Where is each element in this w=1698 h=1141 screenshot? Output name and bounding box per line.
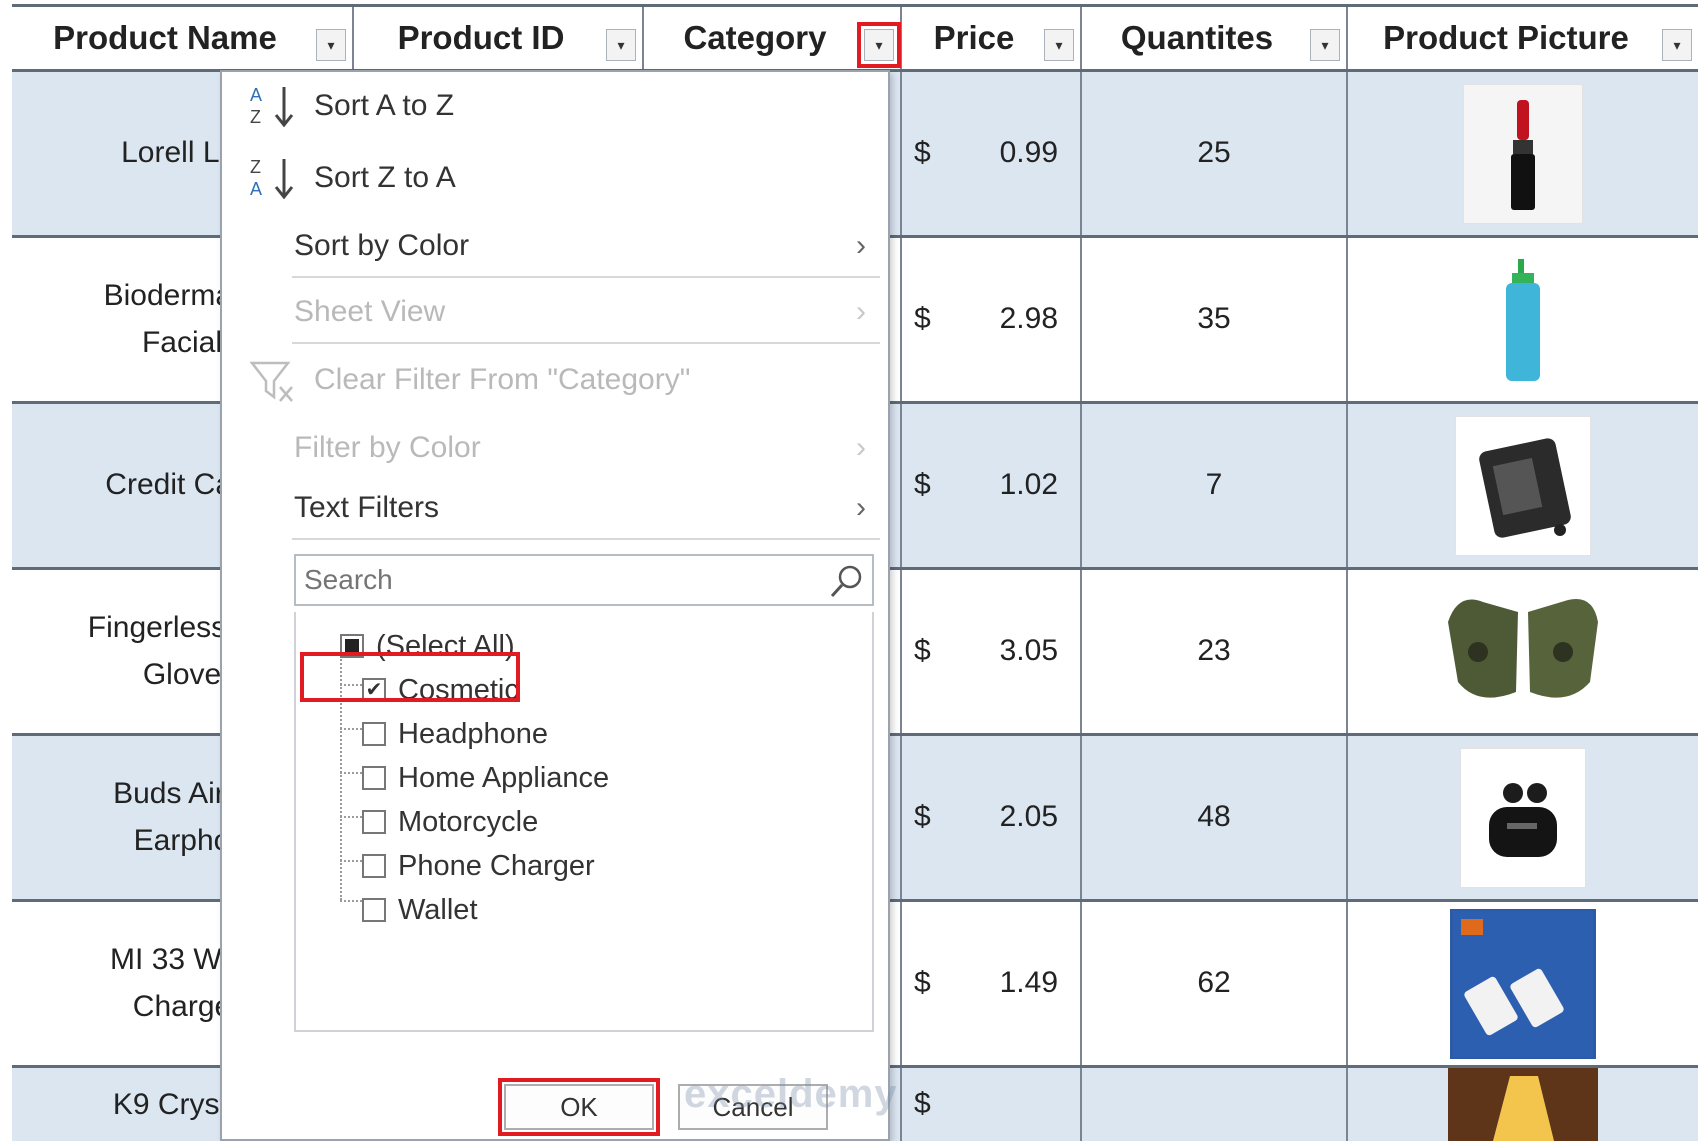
- quantity-cell: 48: [1082, 736, 1348, 899]
- dropdown-arrow-icon: ▾: [1673, 37, 1681, 53]
- svg-text:Z: Z: [250, 107, 261, 127]
- filter-dropdown-button[interactable]: ▾: [606, 29, 636, 61]
- product-picture-cell: [1348, 404, 1698, 567]
- svg-text:A: A: [250, 85, 262, 105]
- header-category: Category ▾: [644, 7, 902, 69]
- product-picture-cell: [1348, 1068, 1698, 1141]
- price-cell: $2.05: [902, 736, 1082, 899]
- filter-dropdown-button[interactable]: ▾: [316, 29, 346, 61]
- lamp-picture: [1448, 1068, 1598, 1141]
- header-price: Price ▾: [902, 7, 1082, 69]
- header-product-id: Product ID ▾: [354, 7, 644, 69]
- price-cell: $0.99: [902, 72, 1082, 235]
- quantity-cell: 25: [1082, 72, 1348, 235]
- price-cell: $: [902, 1068, 1082, 1141]
- header-product-name: Product Name ▾: [12, 7, 354, 69]
- sheet-view-item: Sheet View ›: [294, 295, 866, 328]
- dropdown-arrow-icon: ▾: [875, 37, 883, 53]
- svg-text:Z: Z: [250, 157, 261, 177]
- filter-dropdown-button[interactable]: ▾: [1310, 29, 1340, 61]
- dropdown-arrow-icon: ▾: [327, 37, 335, 53]
- card-wallet-picture: [1455, 415, 1591, 556]
- chevron-right-icon: ›: [856, 295, 866, 328]
- sort-a-to-z-item[interactable]: A Z Sort A to Z: [222, 76, 888, 136]
- price-cell: $3.05: [902, 570, 1082, 733]
- tree-line: [340, 728, 362, 730]
- dropdown-arrow-icon: ▾: [1055, 37, 1063, 53]
- clear-filter-icon: [249, 361, 293, 402]
- price-cell: $1.02: [902, 404, 1082, 567]
- search-icon: [830, 565, 862, 598]
- category-option-phone-charger[interactable]: Phone Charger: [362, 846, 595, 886]
- checkbox-unchecked[interactable]: [362, 898, 386, 922]
- table-header-row: Product Name ▾ Product ID ▾ Category ▾ P…: [12, 4, 1698, 72]
- dropdown-arrow-icon: ▾: [617, 37, 625, 53]
- lipstick-picture: [1463, 83, 1583, 224]
- header-product-picture: Product Picture ▾: [1348, 7, 1698, 69]
- sort-ascending-icon: A Z: [250, 85, 294, 128]
- category-option-headphone[interactable]: Headphone: [362, 714, 548, 754]
- product-picture-cell: [1348, 238, 1698, 401]
- category-option-motorcycle[interactable]: Motorcycle: [362, 802, 538, 842]
- earbuds-picture: [1460, 747, 1586, 888]
- product-picture-cell: [1348, 902, 1698, 1065]
- checkbox-unchecked[interactable]: [362, 854, 386, 878]
- gloves-picture: [1433, 581, 1613, 722]
- tree-line: [340, 816, 362, 818]
- chevron-right-icon: ›: [856, 431, 866, 464]
- chevron-right-icon: ›: [856, 491, 866, 524]
- product-picture-cell: [1348, 72, 1698, 235]
- cosmetic-highlight-box: [300, 652, 520, 702]
- checkbox-unchecked[interactable]: [362, 766, 386, 790]
- filter-search-box[interactable]: [294, 554, 874, 606]
- tree-line: [340, 900, 362, 902]
- quantity-cell: 35: [1082, 238, 1348, 401]
- quantity-cell: 7: [1082, 404, 1348, 567]
- product-picture-cell: [1348, 570, 1698, 733]
- text-filters-item[interactable]: Text Filters ›: [222, 478, 888, 538]
- quantity-cell: 23: [1082, 570, 1348, 733]
- svg-text:A: A: [250, 179, 262, 199]
- quantity-cell: [1082, 1068, 1348, 1141]
- category-filter-dropdown-button[interactable]: ▾: [857, 22, 901, 68]
- watermark-logo: exceldemy: [684, 1072, 898, 1116]
- tree-line: [340, 860, 362, 862]
- tree-line: [340, 772, 362, 774]
- category-filter-menu: A Z Sort A to Z Z A Sort Z to A Sort by …: [220, 70, 890, 1141]
- ok-button[interactable]: OK: [498, 1078, 660, 1136]
- sort-descending-icon: Z A: [250, 157, 294, 200]
- chevron-right-icon: ›: [856, 229, 866, 262]
- charger-picture: [1450, 908, 1596, 1059]
- filter-by-color-item: Filter by Color ›: [294, 431, 866, 464]
- menu-separator: [292, 538, 880, 540]
- sort-by-color-item[interactable]: Sort by Color ›: [222, 216, 888, 276]
- menu-separator: [292, 276, 880, 278]
- filter-dropdown-button[interactable]: ▾: [1044, 29, 1074, 61]
- price-cell: $2.98: [902, 238, 1082, 401]
- clear-filter-item: Clear Filter From "Category": [222, 350, 888, 410]
- category-option-wallet[interactable]: Wallet: [362, 890, 478, 930]
- filter-dropdown-button[interactable]: ▾: [1662, 29, 1692, 61]
- cleanser-bottle-picture: [1463, 249, 1583, 390]
- checkbox-unchecked[interactable]: [362, 722, 386, 746]
- price-cell: $1.49: [902, 902, 1082, 1065]
- search-input[interactable]: [304, 564, 804, 596]
- menu-separator: [292, 342, 880, 344]
- sort-z-to-a-item[interactable]: Z A Sort Z to A: [222, 148, 888, 208]
- dropdown-arrow-icon: ▾: [1321, 37, 1329, 53]
- category-option-home-appliance[interactable]: Home Appliance: [362, 758, 609, 798]
- quantity-cell: 62: [1082, 902, 1348, 1065]
- product-picture-cell: [1348, 736, 1698, 899]
- checkbox-unchecked[interactable]: [362, 810, 386, 834]
- header-quantites: Quantites ▾: [1082, 7, 1348, 69]
